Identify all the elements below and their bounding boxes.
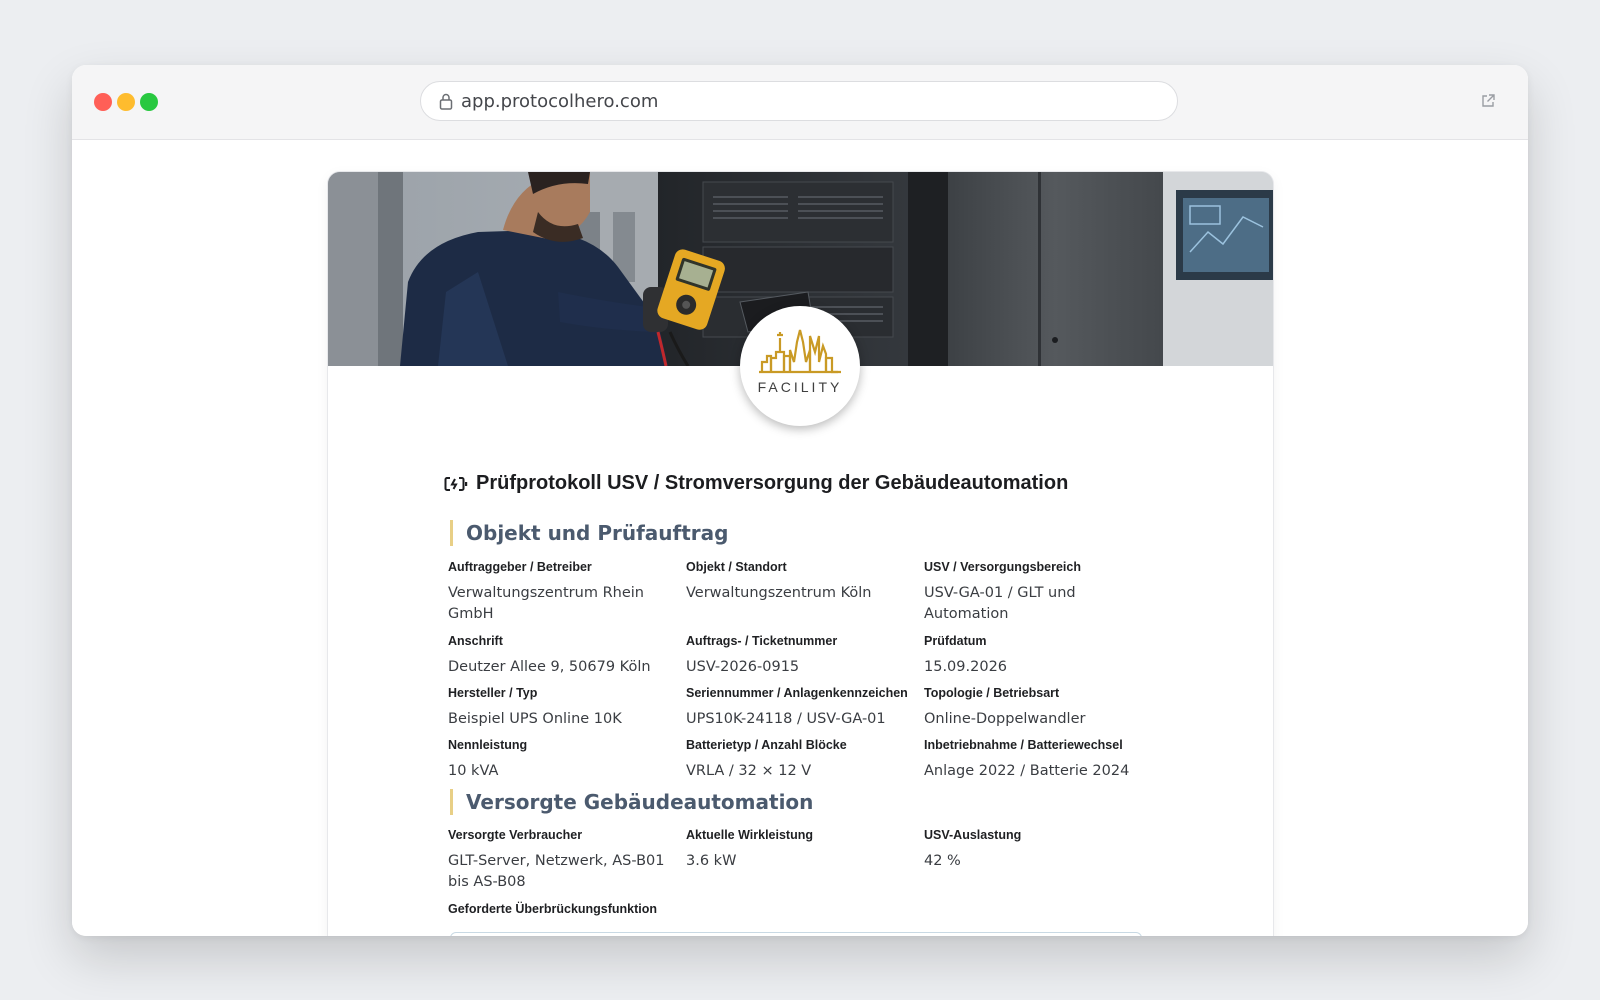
field-value: GLT-Server, Netzwerk, AS-B01 bis AS-B08 <box>448 853 665 890</box>
field-address: Anschrift Deutzer Allee 9, 50679 Köln <box>448 633 674 678</box>
field-value: USV-2026-0915 <box>686 659 800 675</box>
field-test-date: Prüfdatum 15.09.2026 <box>924 633 1150 678</box>
field-value: VRLA / 32 × 12 V <box>686 763 812 779</box>
field-value: UPS10K-24118 / USV-GA-01 <box>686 711 886 727</box>
field-value: 3.6 kW <box>686 853 737 869</box>
page-viewport: FACILITY Prüfprotokoll USV / Stromversor… <box>72 140 1528 936</box>
field-label: Batterietyp / Anzahl Blöcke <box>686 738 847 752</box>
field-label: Aktuelle Wirkleistung <box>686 828 813 842</box>
field-bridging-function: Geforderte Überbrückungsfunktion <box>448 901 848 917</box>
field-load: USV-Auslastung 42 % <box>924 827 1150 872</box>
field-label: Geforderte Überbrückungsfunktion <box>448 902 658 916</box>
address-bar[interactable]: app.protocolhero.com <box>420 81 1178 121</box>
field-value: Beispiel UPS Online 10K <box>448 711 622 727</box>
field-label: Hersteller / Typ <box>448 686 538 700</box>
browser-window: app.protocolhero.com FACILITY Prüfprotok… <box>72 65 1528 936</box>
field-ups-area: USV / Versorgungsbereich USV-GA-01 / GLT… <box>924 559 1164 625</box>
field-battery-type: Batterietyp / Anzahl Blöcke VRLA / 32 × … <box>686 737 912 782</box>
bridging-function-input[interactable] <box>450 932 1142 936</box>
field-active-power: Aktuelle Wirkleistung 3.6 kW <box>686 827 912 872</box>
field-rated-power: Nennleistung 10 kVA <box>448 737 674 782</box>
company-logo: FACILITY <box>740 306 860 426</box>
field-label: Prüfdatum <box>924 634 987 648</box>
field-value: Online-Doppelwandler <box>924 711 1086 727</box>
field-serial: Seriennummer / Anlagenkennzeichen UPS10K… <box>686 685 912 730</box>
browser-toolbar: app.protocolhero.com <box>72 65 1528 140</box>
field-label: Topologie / Betriebsart <box>924 686 1060 700</box>
field-label: Seriennummer / Anlagenkennzeichen <box>686 686 908 700</box>
field-label: Nennleistung <box>448 738 528 752</box>
battery-charging-icon <box>444 477 468 491</box>
field-label: USV-Auslastung <box>924 828 1022 842</box>
field-site: Objekt / Standort Verwaltungszentrum Köl… <box>686 559 912 604</box>
field-label: Auftraggeber / Betreiber <box>448 560 592 574</box>
minimize-window-button[interactable] <box>117 93 135 111</box>
field-manufacturer: Hersteller / Typ Beispiel UPS Online 10K <box>448 685 674 730</box>
field-label: Anschrift <box>448 634 503 648</box>
field-value: Anlage 2022 / Batterie 2024 <box>924 763 1130 779</box>
field-consumers: Versorgte Verbraucher GLT-Server, Netzwe… <box>448 827 674 893</box>
field-ticket: Auftrags- / Ticketnummer USV-2026-0915 <box>686 633 912 678</box>
external-link-icon[interactable] <box>1480 93 1496 109</box>
lock-icon <box>439 93 453 110</box>
field-value: 42 % <box>924 853 961 869</box>
protocol-card: FACILITY Prüfprotokoll USV / Stromversor… <box>328 172 1273 936</box>
field-commissioning: Inbetriebnahme / Batteriewechsel Anlage … <box>924 737 1150 782</box>
field-client: Auftraggeber / Betreiber Verwaltungszent… <box>448 559 674 625</box>
maximize-window-button[interactable] <box>140 93 158 111</box>
skyline-icon <box>759 329 841 374</box>
section-heading-object: Objekt und Prüfauftrag <box>450 520 728 546</box>
document-title: Prüfprotokoll USV / Stromversorgung der … <box>476 472 1069 494</box>
field-topology: Topologie / Betriebsart Online-Doppelwan… <box>924 685 1150 730</box>
field-value: Deutzer Allee 9, 50679 Köln <box>448 659 651 675</box>
url-text: app.protocolhero.com <box>461 91 659 112</box>
section-heading-automation: Versorgte Gebäudeautomation <box>450 789 813 815</box>
field-value: 10 kVA <box>448 763 499 779</box>
field-label: Objekt / Standort <box>686 560 787 574</box>
field-label: Versorgte Verbraucher <box>448 828 583 842</box>
field-value: Verwaltungszentrum Köln <box>686 585 872 601</box>
field-value: Verwaltungszentrum Rhein GmbH <box>448 585 644 622</box>
field-value: USV-GA-01 / GLT und Automation <box>924 585 1076 622</box>
close-window-button[interactable] <box>94 93 112 111</box>
logo-text: FACILITY <box>757 379 843 395</box>
field-label: Auftrags- / Ticketnummer <box>686 634 838 648</box>
field-label: Inbetriebnahme / Batteriewechsel <box>924 738 1123 752</box>
field-value: 15.09.2026 <box>924 659 1008 675</box>
field-label: USV / Versorgungsbereich <box>924 560 1081 574</box>
